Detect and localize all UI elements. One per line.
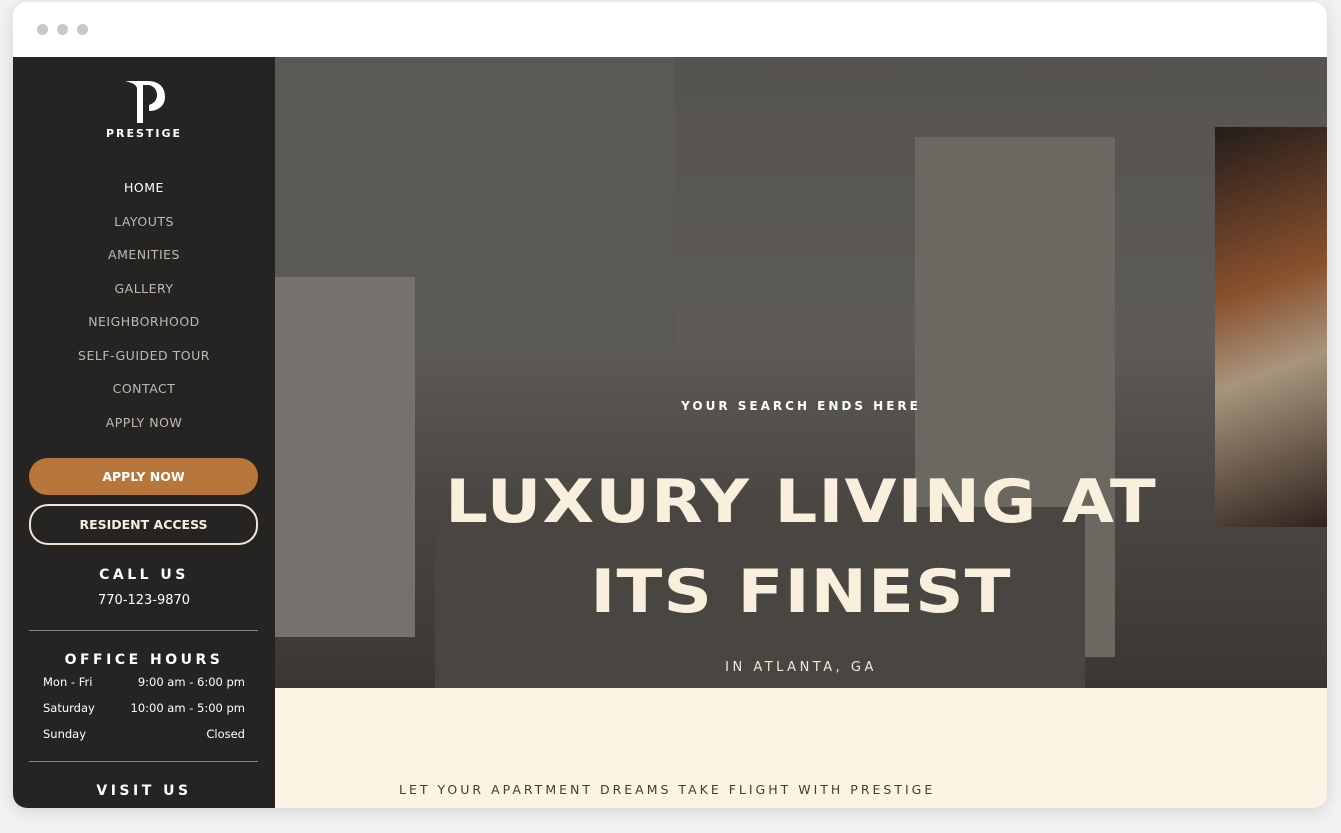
hours-day: Sunday: [43, 727, 87, 741]
window-maximize-dot[interactable]: [77, 24, 88, 35]
visit-us-heading: VISIT US: [96, 783, 192, 799]
hours-day: Saturday: [43, 701, 95, 715]
divider: [29, 630, 258, 631]
nav-apply-now[interactable]: APPLY NOW: [13, 412, 275, 446]
hours-day: Mon - Fri: [43, 675, 93, 689]
sidebar: PRESTIGE HOME LAYOUTS AMENITIES GALLERY …: [13, 57, 275, 808]
hours-time: 9:00 am - 6:00 pm: [137, 675, 245, 689]
hours-row: Mon - Fri 9:00 am - 6:00 pm: [43, 675, 245, 701]
nav-amenities[interactable]: AMENITIES: [13, 244, 275, 278]
hours-row: Sunday Closed: [43, 727, 245, 753]
brand-name[interactable]: PRESTIGE: [13, 127, 275, 140]
nav-home[interactable]: HOME: [13, 177, 275, 211]
window-close-dot[interactable]: [37, 24, 48, 35]
nav-contact[interactable]: CONTACT: [13, 378, 275, 412]
hero-title-line: LUXURY LIVING AT: [445, 467, 1157, 537]
title-bar: [13, 2, 1327, 57]
hours-row: Saturday 10:00 am - 5:00 pm: [43, 701, 245, 727]
hero-kicker: YOUR SEARCH ENDS HERE: [681, 399, 921, 413]
call-us-heading: CALL US: [99, 567, 189, 583]
phone-number[interactable]: 770-123-9870: [13, 593, 275, 608]
hero-title: LUXURY LIVING AT ITS FINEST: [275, 457, 1327, 637]
hero-title-line: ITS FINEST: [590, 557, 1012, 627]
resident-access-button[interactable]: RESIDENT ACCESS: [29, 504, 258, 545]
main-nav: HOME LAYOUTS AMENITIES GALLERY NEIGHBORH…: [13, 177, 275, 445]
intro-tagline: LET YOUR APARTMENT DREAMS TAKE FLIGHT WI…: [399, 782, 936, 797]
divider: [29, 761, 258, 762]
office-hours-table: Mon - Fri 9:00 am - 6:00 pm Saturday 10:00…: [43, 675, 245, 753]
nav-self-guided-tour[interactable]: SELF-GUIDED TOUR: [13, 345, 275, 379]
prestige-logo-icon[interactable]: [121, 79, 167, 125]
apply-now-button[interactable]: APPLY NOW: [29, 458, 258, 495]
nav-gallery[interactable]: GALLERY: [13, 278, 275, 312]
office-hours-heading: OFFICE HOURS: [64, 652, 224, 668]
hero-banner: YOUR SEARCH ENDS HERE LUXURY LIVING AT I…: [275, 57, 1327, 688]
nav-layouts[interactable]: LAYOUTS: [13, 211, 275, 245]
hours-time: 10:00 am - 5:00 pm: [130, 701, 246, 715]
intro-section: LET YOUR APARTMENT DREAMS TAKE FLIGHT WI…: [275, 688, 1327, 808]
nav-neighborhood[interactable]: NEIGHBORHOOD: [13, 311, 275, 345]
hero-location: IN ATLANTA, GA: [725, 660, 877, 675]
window-minimize-dot[interactable]: [57, 24, 68, 35]
browser-window: PRESTIGE HOME LAYOUTS AMENITIES GALLERY …: [13, 2, 1327, 808]
hours-time: Closed: [206, 727, 245, 741]
